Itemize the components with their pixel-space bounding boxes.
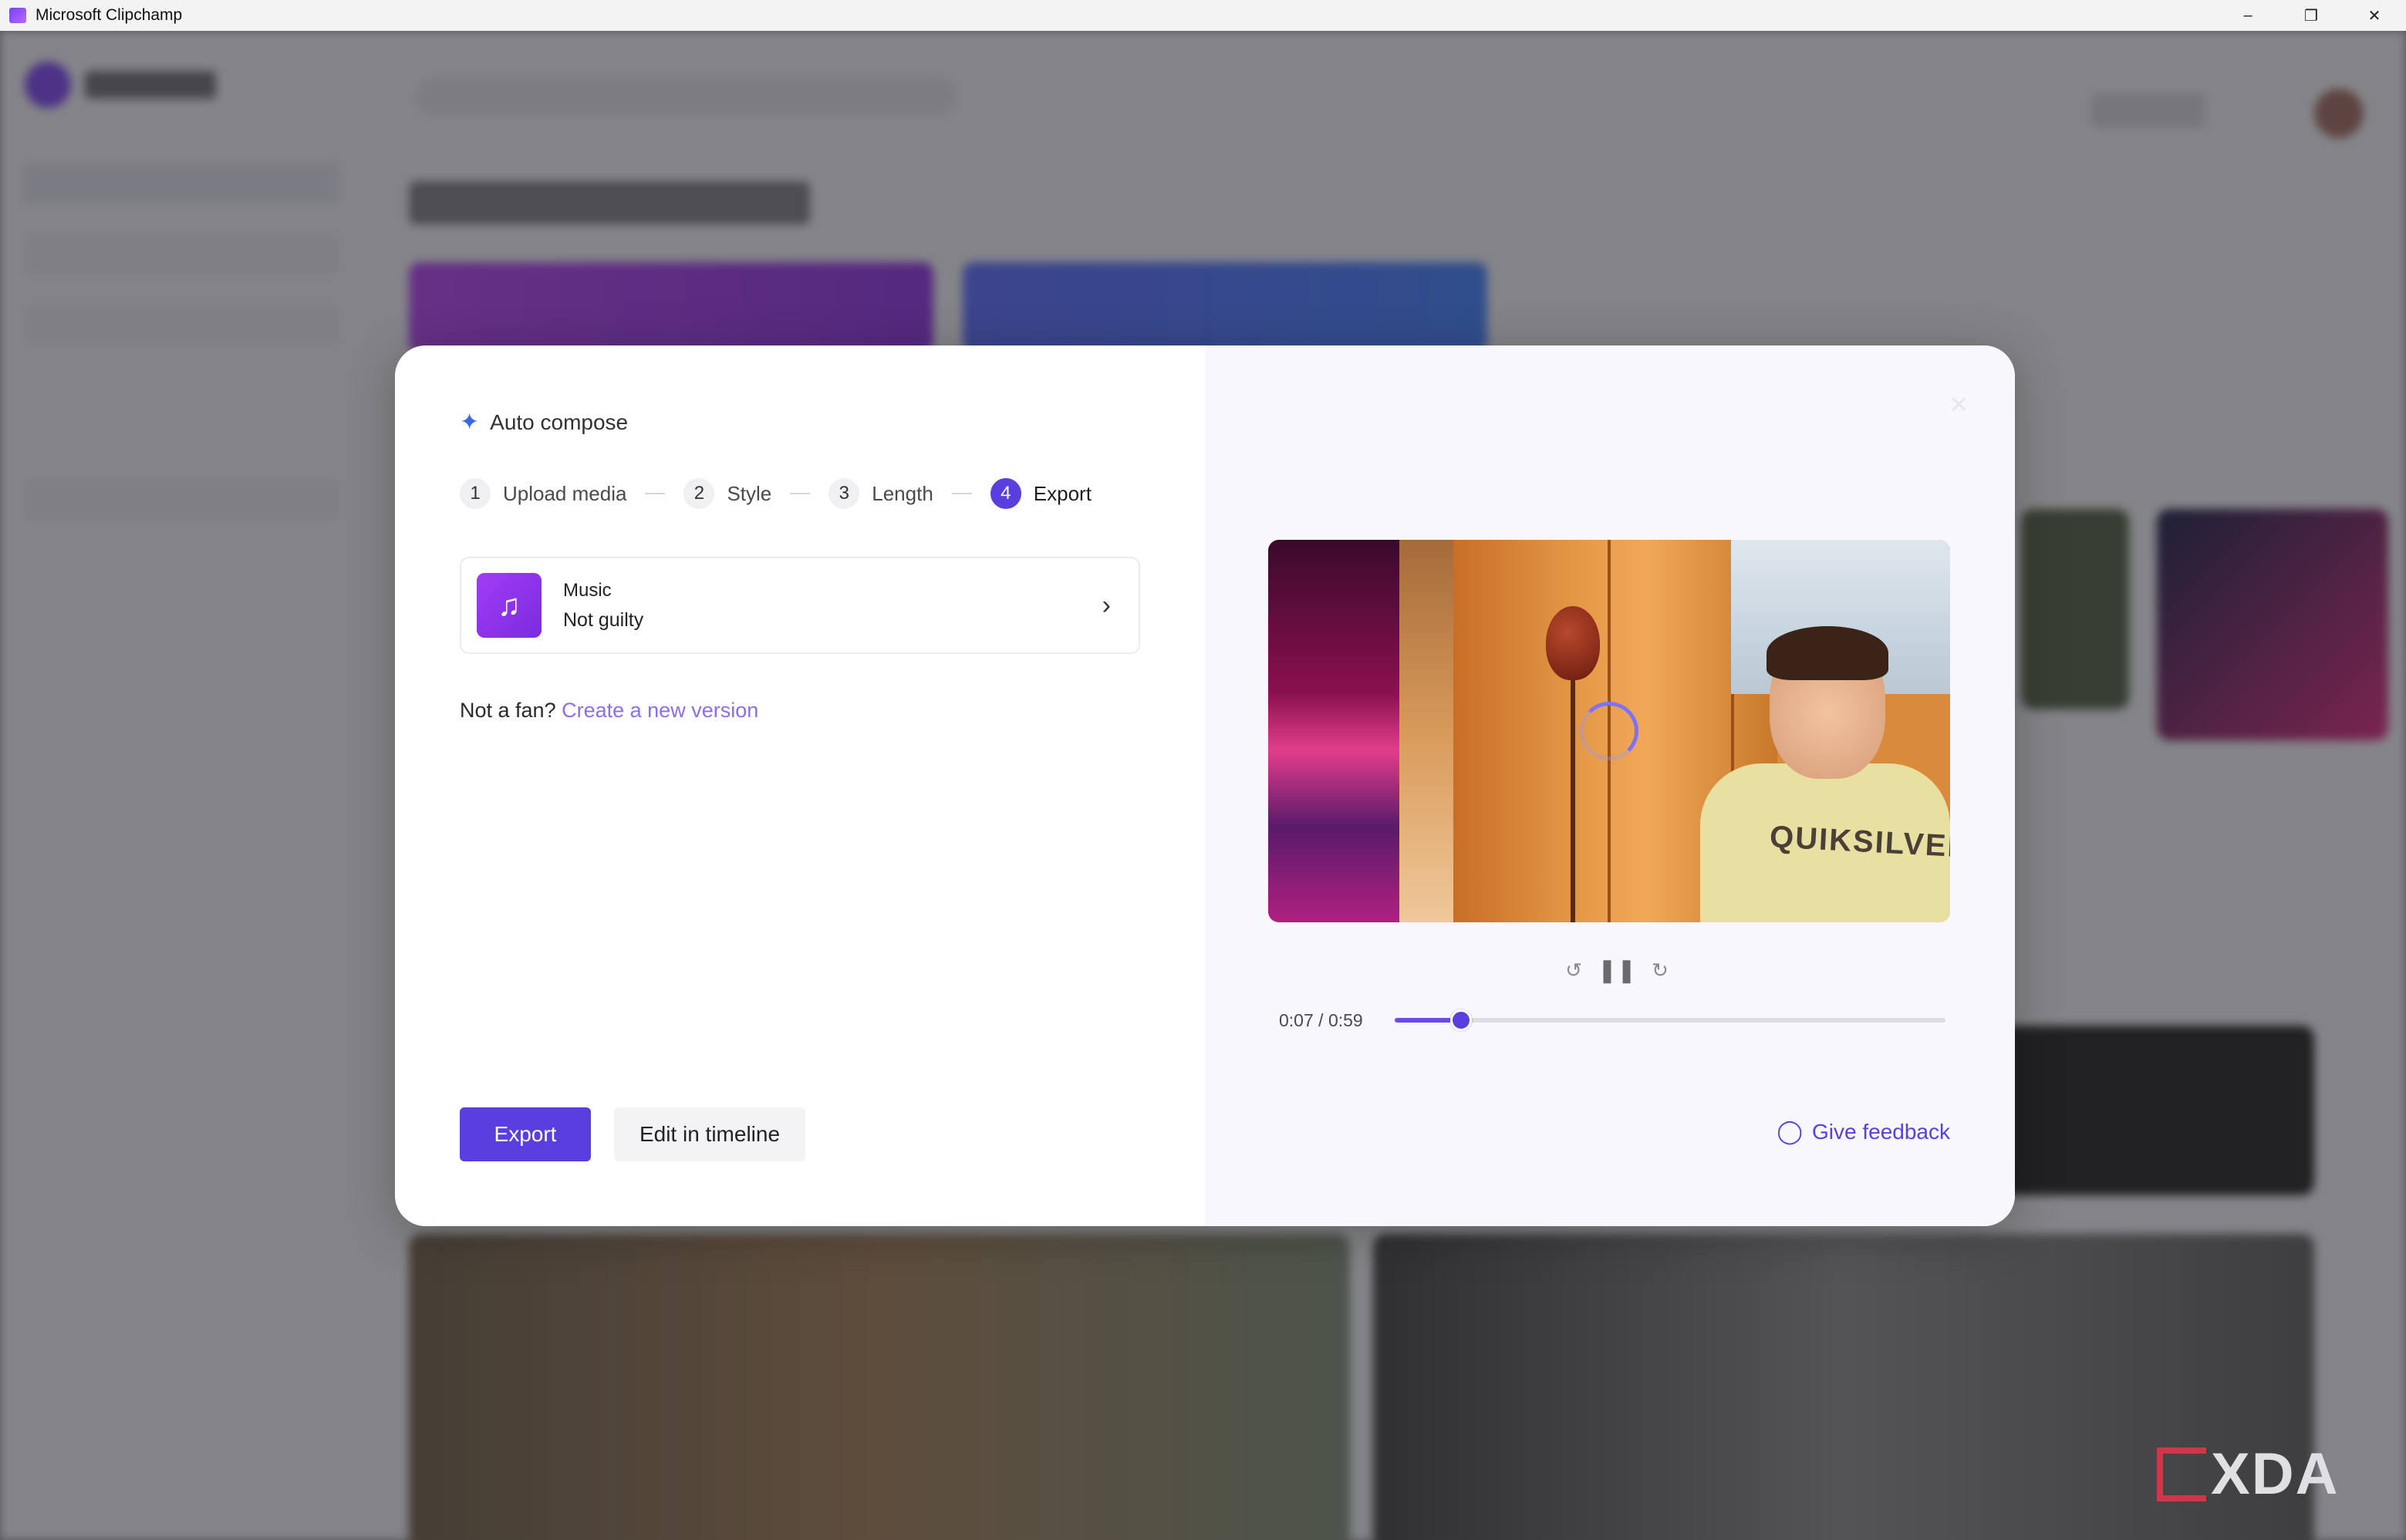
preview-punching-bag-pole <box>1571 679 1575 922</box>
step-style: 2 Style <box>683 478 771 509</box>
dialog-header: ✦ Auto compose <box>460 410 628 435</box>
preview-shelf <box>1399 540 1453 922</box>
xda-watermark: XDA <box>2157 1441 2339 1508</box>
stepper: 1 Upload media 2 Style 3 Length 4 Export <box>460 478 1092 509</box>
sparkle-icon: ✦ <box>460 409 480 435</box>
loading-spinner-icon <box>1580 702 1638 760</box>
pause-icon[interactable]: ❚❚ <box>1598 953 1636 987</box>
step-export: 4 Export <box>990 478 1092 509</box>
create-new-version-link[interactable]: Create a new version <box>562 699 758 722</box>
timecode: 0:07 / 0:59 <box>1279 1010 1363 1031</box>
forward-5-icon[interactable]: ↻ <box>1643 953 1677 987</box>
lightbulb-icon: ◯ <box>1777 1119 1803 1144</box>
step-separator <box>790 493 811 494</box>
close-dialog-icon[interactable]: ✕ <box>1949 392 1969 419</box>
preview-hair <box>1767 626 1888 680</box>
playback-controls: ↺ ❚❚ ↻ <box>1552 953 1682 987</box>
dialog-title: Auto compose <box>490 410 629 434</box>
step-separator <box>645 493 666 494</box>
music-selector-card[interactable]: ♫ Music Not guilty › <box>460 557 1140 654</box>
step-length: 3 Length <box>828 478 933 509</box>
minimize-icon[interactable]: – <box>2216 0 2279 31</box>
not-a-fan-prefix: Not a fan? <box>460 699 556 722</box>
video-preview[interactable]: QUIKSILVER <box>1268 540 1950 922</box>
step-label-active: Export <box>1033 481 1092 505</box>
step-upload-media: 1 Upload media <box>460 478 626 509</box>
step-number: 3 <box>828 478 860 509</box>
window-title: Microsoft Clipchamp <box>35 6 183 24</box>
window-controls: – ❐ ✕ <box>2216 0 2406 31</box>
close-icon[interactable]: ✕ <box>2343 0 2406 31</box>
give-feedback-label: Give feedback <box>1812 1119 1950 1144</box>
restore-icon[interactable]: ❐ <box>2279 0 2343 31</box>
not-a-fan-text: Not a fan? Create a new version <box>460 699 758 723</box>
step-number: 1 <box>460 478 491 509</box>
seek-bar-thumb[interactable] <box>1449 1009 1472 1031</box>
clipchamp-app-icon <box>9 8 26 23</box>
rewind-5-icon[interactable]: ↺ <box>1557 953 1591 987</box>
preview-punching-bag <box>1546 606 1600 680</box>
preview-synthwave-graphic <box>1268 540 1399 922</box>
chevron-right-icon: › <box>1102 591 1111 620</box>
step-number-active: 4 <box>990 478 1021 509</box>
step-label: Upload media <box>503 481 627 505</box>
edit-in-timeline-button[interactable]: Edit in timeline <box>614 1107 805 1161</box>
title-bar: Microsoft Clipchamp – ❐ ✕ <box>0 0 2406 31</box>
music-text: Music Not guilty <box>563 580 643 632</box>
xda-logo-bracket <box>2157 1447 2206 1501</box>
time-separator: / <box>1318 1010 1324 1030</box>
export-button[interactable]: Export <box>460 1107 591 1161</box>
xda-logo-text: XDA <box>2211 1441 2340 1507</box>
current-time: 0:07 <box>1279 1010 1314 1030</box>
music-note-icon: ♫ <box>477 573 542 638</box>
music-track-name: Not guilty <box>563 608 644 631</box>
step-number: 2 <box>683 478 715 509</box>
step-separator <box>951 493 972 494</box>
dialog-left-panel: ✦ Auto compose 1 Upload media 2 Style 3 … <box>395 345 1205 1226</box>
seek-bar[interactable] <box>1395 1009 1945 1031</box>
give-feedback-button[interactable]: ◯ Give feedback <box>1777 1118 1950 1145</box>
step-label: Length <box>872 481 933 505</box>
music-title: Music <box>563 579 612 601</box>
duration: 0:59 <box>1328 1010 1363 1030</box>
step-label: Style <box>727 481 772 505</box>
auto-compose-dialog: ✦ Auto compose 1 Upload media 2 Style 3 … <box>395 345 2015 1226</box>
dialog-preview-panel: ✕ QUIKSILVER ↺ ❚❚ ↻ 0:07 / 0:59 ◯ Give f… <box>1205 345 2015 1226</box>
preview-person: QUIKSILVER <box>1700 626 1950 922</box>
